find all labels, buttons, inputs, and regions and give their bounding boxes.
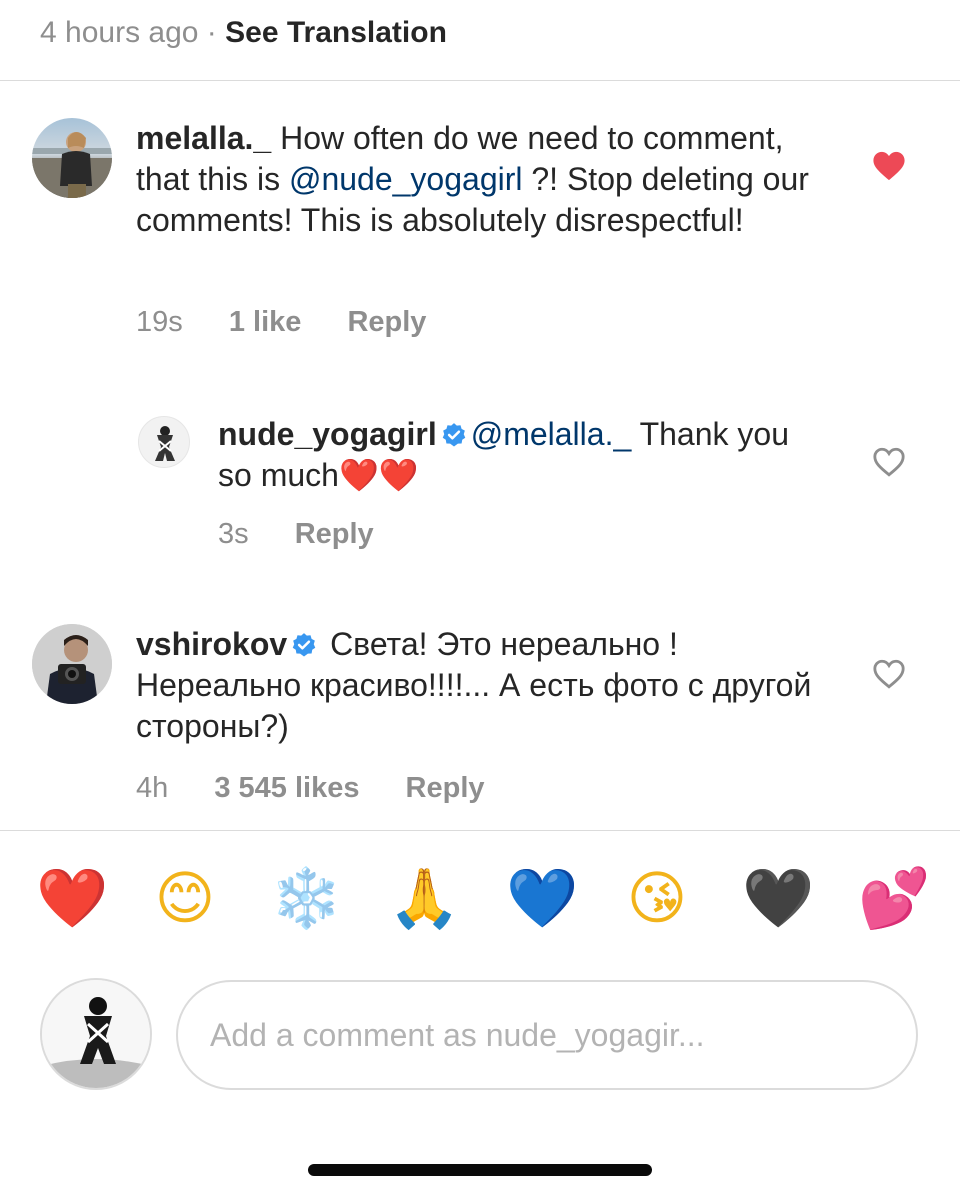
avatar-photo-icon [32,132,112,198]
comment-text-vshirokov: vshirokov Света! Это нереально ! Нереаль… [136,624,836,747]
comment-text-nude-yogagirl: nude_yogagirl @melalla._ Thank you so muc… [218,414,818,496]
divider [0,830,960,831]
comment-likes[interactable]: 1 like [229,304,302,340]
comment-time: 19s [136,306,183,338]
comment-username[interactable]: nude_yogagirl [218,416,437,452]
emoji-black-heart[interactable]: 🖤 [742,862,814,934]
reply-button[interactable]: Reply [295,516,374,552]
comment-meta-melalla: 19s 1 like Reply [136,304,464,340]
meta-separator: · [206,16,217,49]
comment-text-melalla: melalla._ How often do we need to commen… [136,118,836,241]
emoji-two-hearts[interactable]: 💕 [858,862,930,934]
reply-button[interactable]: Reply [347,304,426,340]
post-time: 4 hours ago [40,16,199,49]
heart-outline-icon[interactable] [872,446,906,478]
emoji-folded-hands[interactable]: 🙏 [388,862,460,934]
divider [0,80,960,81]
comment-time: 4h [136,772,169,804]
comment-username[interactable]: melalla._ [136,120,271,156]
verified-badge-icon [292,633,316,657]
heart-emojis: ❤️❤️ [338,456,419,494]
quick-emoji-bar: ❤️ 😊 ❄️ 🙏 💙 😘 🖤 💕 [0,862,960,942]
home-indicator[interactable] [308,1164,652,1176]
comment-meta-vshirokov: 4h 3 545 likes Reply [136,770,523,806]
emoji-smiling-face[interactable]: 😊 [152,862,218,934]
avatar-vshirokov[interactable] [32,624,112,704]
reply-button[interactable]: Reply [406,770,485,806]
current-user-avatar[interactable] [40,978,152,1090]
see-translation-link[interactable]: See Translation [225,16,447,49]
post-meta: 4 hours ago · See Translation [40,14,447,52]
heart-filled-icon[interactable] [872,150,906,182]
emoji-face-blowing-kiss[interactable]: 😘 [624,862,690,934]
avatar-photo-icon [32,624,112,704]
comment-meta-nude-yogagirl: 3s Reply [218,516,412,552]
emoji-blue-heart[interactable]: 💙 [506,862,578,934]
avatar-photo-icon [42,980,150,1088]
comment-mention[interactable]: @nude_yogagirl [289,161,523,197]
avatar-nude-yogagirl[interactable] [138,416,190,468]
comment-likes[interactable]: 3 545 likes [214,770,359,806]
comment-input[interactable] [176,980,918,1090]
avatar-photo-icon [155,426,175,461]
heart-outline-icon[interactable] [872,658,906,690]
avatar-melalla[interactable] [32,118,112,198]
verified-badge-icon [442,423,465,447]
emoji-snowflake[interactable]: ❄️ [270,862,342,934]
emoji-red-heart[interactable]: ❤️ [36,862,108,934]
comment-mention[interactable]: @melalla._ [471,416,632,452]
comment-time: 3s [218,518,249,550]
comment-username[interactable]: vshirokov [136,626,287,662]
